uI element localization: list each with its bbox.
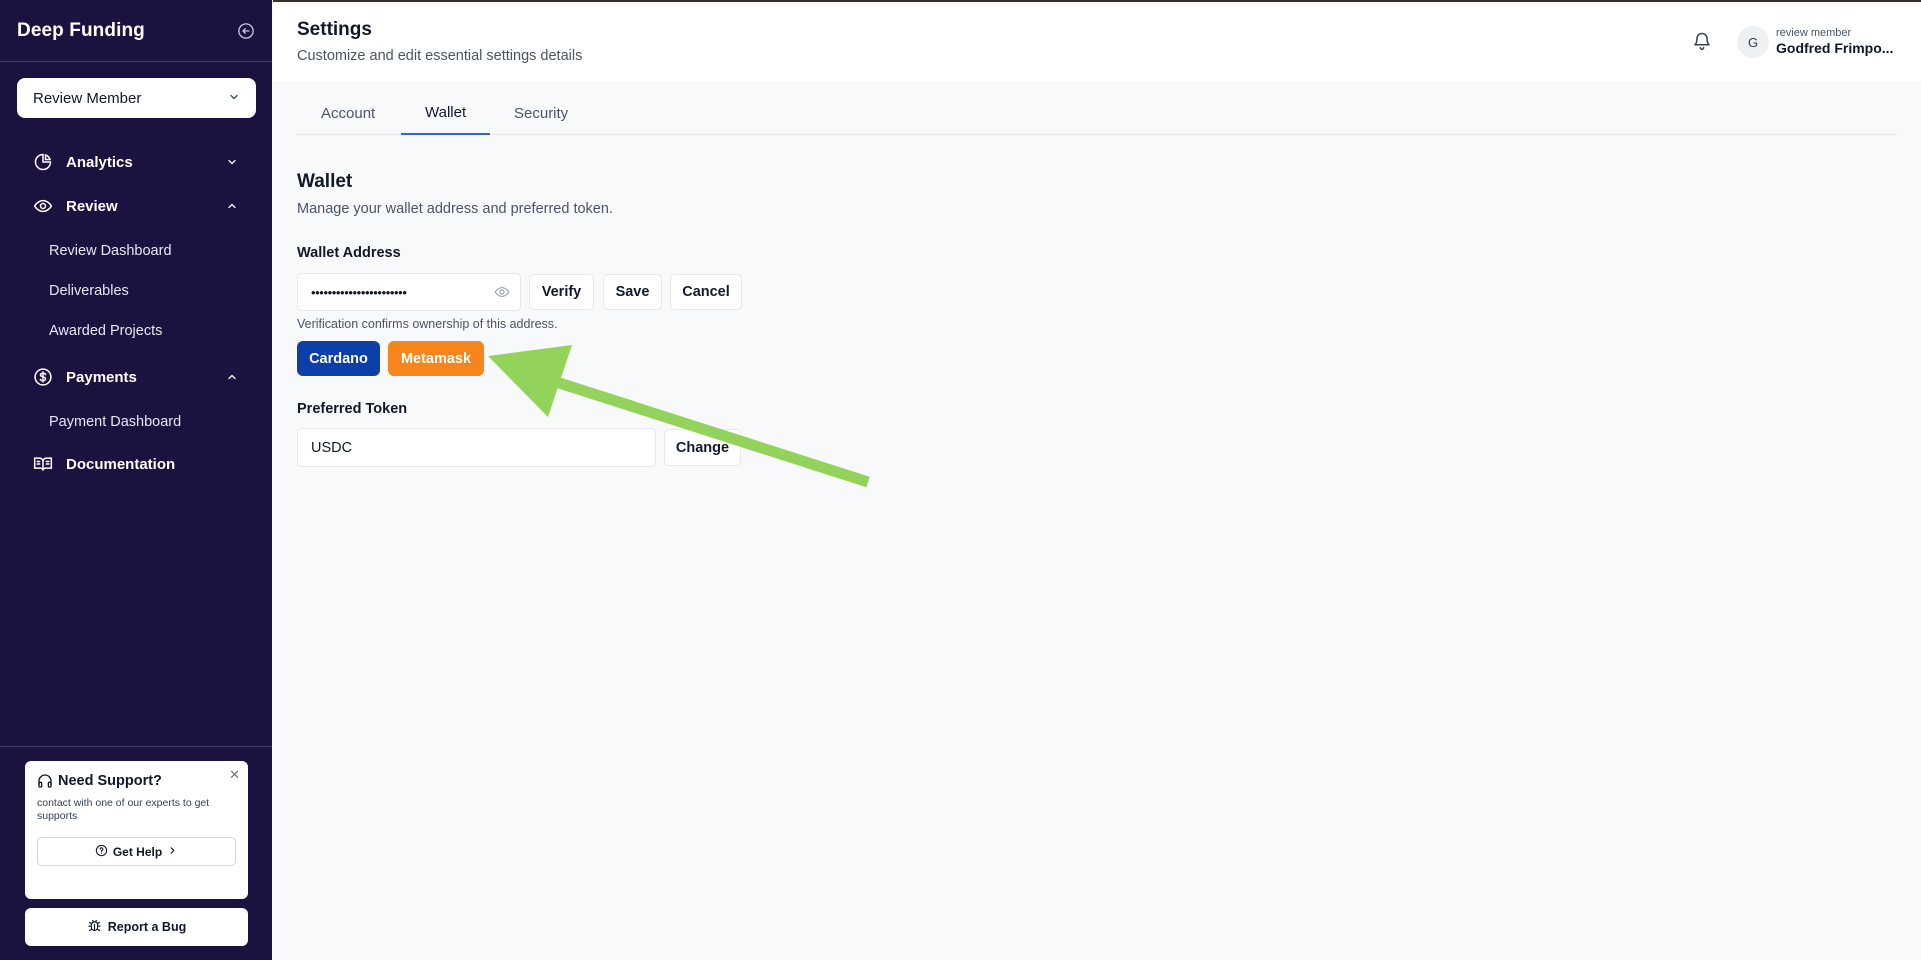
sidebar-subitem-awarded-projects[interactable]: Awarded Projects [0, 311, 272, 351]
sidebar-subitem-deliverables[interactable]: Deliverables [0, 271, 272, 311]
preferred-token-label: Preferred Token [297, 401, 408, 417]
support-title-text: Need Support? [58, 773, 162, 789]
get-help-button[interactable]: Get Help [37, 837, 236, 866]
wallet-section-title: Wallet [297, 171, 353, 192]
chevron-up-icon [226, 199, 240, 213]
page-subtitle: Customize and edit essential settings de… [297, 48, 583, 64]
support-card: Need Support? ✕ contact with one of our … [25, 761, 248, 899]
help-circle-icon [95, 844, 108, 860]
annotation-arrow [488, 345, 870, 488]
get-help-label: Get Help [112, 844, 163, 859]
settings-tabs: Account Wallet Security [297, 91, 1897, 135]
sidebar-item-documentation[interactable]: Documentation [0, 442, 272, 486]
chevron-up-icon [226, 370, 240, 384]
cardano-button[interactable]: Cardano [297, 341, 380, 376]
save-button[interactable]: Save [603, 274, 662, 310]
sidebar-item-analytics[interactable]: Analytics [0, 140, 272, 184]
preferred-token-value: USDC [311, 439, 353, 456]
support-description: contact with one of our experts to get s… [37, 797, 210, 822]
sidebar: Deep Funding Review Member Analytics Rev… [0, 0, 272, 960]
bug-icon [87, 918, 102, 936]
user-role: review member [1776, 27, 1852, 39]
wallet-address-value: ••••••••••••••••••••••• [311, 284, 407, 300]
sidebar-subitem-payment-dashboard[interactable]: Payment Dashboard [0, 402, 272, 442]
wallet-section-description: Manage your wallet address and preferred… [297, 201, 613, 217]
verify-button[interactable]: Verify [529, 274, 594, 310]
report-bug-button[interactable]: Report a Bug [25, 908, 248, 946]
eye-icon[interactable] [494, 284, 510, 300]
avatar[interactable]: G [1737, 26, 1769, 58]
dollar-circle-icon [32, 366, 54, 388]
chevron-down-icon [228, 90, 240, 107]
headphones-icon [37, 773, 53, 789]
book-open-icon [32, 453, 54, 475]
wallet-address-input[interactable]: ••••••••••••••••••••••• [297, 273, 521, 311]
role-select[interactable]: Review Member [17, 78, 256, 118]
sidebar-item-label: Documentation [66, 455, 176, 473]
wallet-address-label: Wallet Address [297, 245, 401, 261]
metamask-button[interactable]: Metamask [388, 341, 484, 376]
sidebar-item-label: Review [66, 197, 118, 215]
brand-name: Deep Funding [17, 19, 145, 41]
page-title: Settings [297, 19, 372, 40]
collapse-sidebar-icon[interactable] [236, 21, 256, 41]
tab-account[interactable]: Account [297, 91, 399, 135]
sidebar-item-label: Analytics [66, 153, 133, 171]
sidebar-nav: Analytics Review Review Dashboard Delive… [0, 140, 272, 486]
pie-chart-icon [32, 151, 54, 173]
verification-hint: Verification confirms ownership of this … [297, 317, 558, 331]
report-bug-label: Report a Bug [107, 920, 187, 934]
support-title: Need Support? [37, 773, 236, 789]
eye-icon [32, 195, 54, 217]
change-token-button[interactable]: Change [664, 429, 741, 466]
cancel-button[interactable]: Cancel [670, 274, 742, 310]
sidebar-item-label: Payments [66, 368, 137, 386]
tab-security[interactable]: Security [490, 91, 592, 135]
tab-wallet[interactable]: Wallet [401, 91, 491, 135]
sidebar-divider [0, 746, 272, 747]
sidebar-subitem-review-dashboard[interactable]: Review Dashboard [0, 231, 272, 271]
chevron-down-icon [226, 155, 240, 169]
page-header: Settings Customize and edit essential se… [273, 0, 1921, 81]
chevron-right-icon [167, 845, 178, 859]
brand-row: Deep Funding [0, 0, 272, 62]
sidebar-item-payments[interactable]: Payments [0, 355, 272, 399]
close-icon[interactable]: ✕ [229, 767, 240, 783]
bell-icon[interactable] [1692, 31, 1712, 51]
preferred-token-input[interactable]: USDC [297, 428, 656, 467]
role-select-value: Review Member [33, 89, 142, 107]
sidebar-item-review[interactable]: Review [0, 184, 272, 228]
user-name[interactable]: Godfred Frimpo... [1776, 40, 1893, 56]
